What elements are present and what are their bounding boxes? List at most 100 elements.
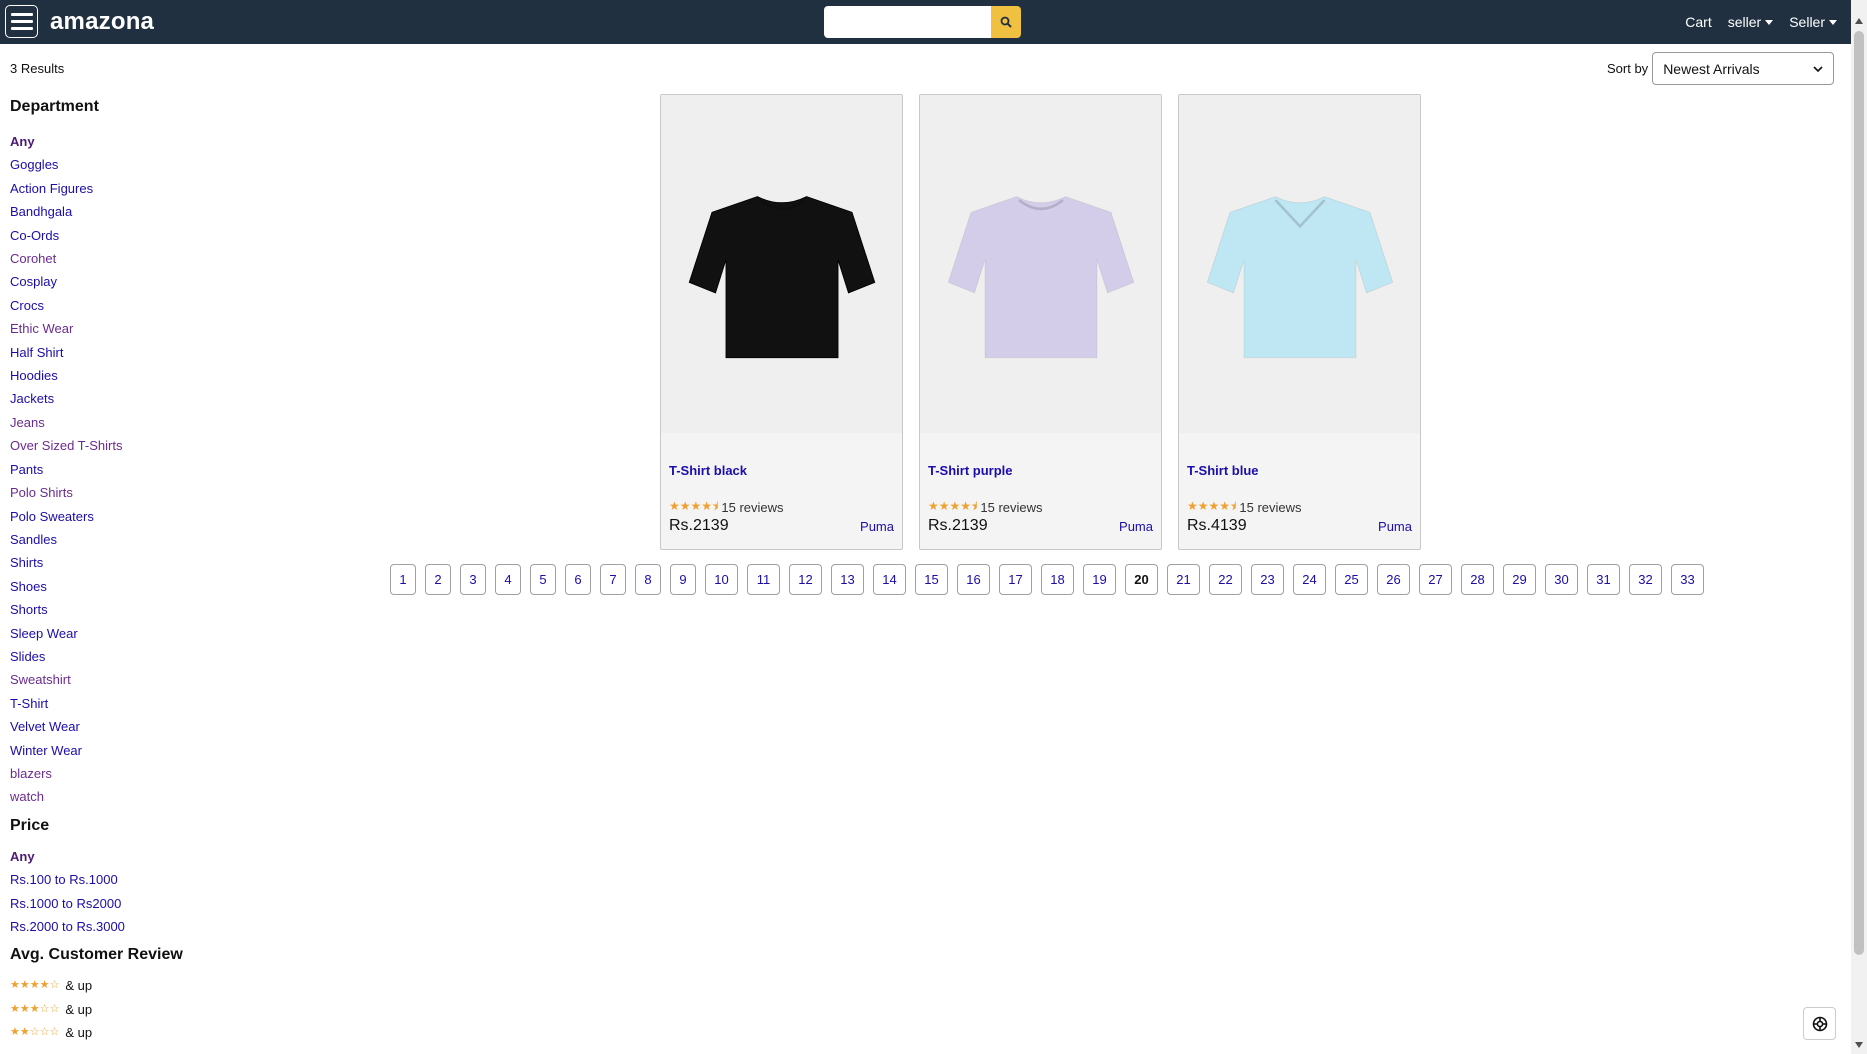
price-item[interactable]: Rs.1000 to Rs2000 [10,892,230,915]
department-item[interactable]: Sandles [10,528,230,551]
page-button[interactable]: 16 [957,564,990,595]
page-button[interactable]: 21 [1167,564,1200,595]
page-button[interactable]: 15 [915,564,948,595]
department-item[interactable]: watch [10,785,230,808]
product-rating: ★★★★⯨ 15 reviews [1187,497,1302,518]
scroll-thumb[interactable] [1854,31,1864,955]
page-button[interactable]: 23 [1251,564,1284,595]
product-name[interactable]: T-Shirt blue [1187,463,1259,478]
page-button[interactable]: 20 [1125,564,1158,595]
page-button[interactable]: 11 [747,564,780,595]
department-item[interactable]: Polo Sweaters [10,505,230,528]
department-item[interactable]: Cosplay [10,270,230,293]
price-item[interactable]: Any [10,845,230,868]
review-count: 15 reviews [721,500,784,515]
brand-logo[interactable]: amazona [50,8,154,36]
user-dropdown[interactable]: seller [1728,14,1774,30]
product-name[interactable]: T-Shirt purple [928,463,1013,478]
page-button[interactable]: 14 [873,564,906,595]
search-button[interactable] [991,6,1021,38]
department-item[interactable]: Ethic Wear [10,317,230,340]
department-item[interactable]: Any [10,130,230,153]
page-scrollbar[interactable] [1851,0,1867,1054]
page-button[interactable]: 31 [1587,564,1620,595]
page-button[interactable]: 5 [530,564,556,595]
product-card[interactable]: T-Shirt purple ★★★★⯨ 15 reviews Rs.2139 Puma [919,94,1162,550]
menu-button[interactable] [5,5,38,38]
page-button[interactable]: 27 [1419,564,1452,595]
page-button[interactable]: 30 [1545,564,1578,595]
product-image[interactable] [920,95,1161,433]
department-item[interactable]: Polo Shirts [10,481,230,504]
scroll-up-icon[interactable] [1855,18,1863,24]
review-filter-item[interactable]: ★★★★☆ & up [10,974,230,997]
sort-select[interactable]: Newest Arrivals [1652,52,1835,85]
menu-icon [10,13,33,16]
department-item[interactable]: Slides [10,645,230,668]
department-item[interactable]: Sleep Wear [10,622,230,645]
department-item[interactable]: Shorts [10,598,230,621]
page-button[interactable]: 3 [460,564,486,595]
department-item[interactable]: Action Figures [10,177,230,200]
product-brand-link[interactable]: Puma [1378,519,1412,534]
department-item[interactable]: Bandhgala [10,200,230,223]
scroll-down-icon[interactable] [1855,1042,1863,1048]
product-name[interactable]: T-Shirt black [669,463,747,478]
support-button[interactable] [1803,1007,1836,1040]
department-item[interactable]: Jeans [10,411,230,434]
department-item[interactable]: Winter Wear [10,739,230,762]
page-button[interactable]: 28 [1461,564,1494,595]
review-filter-item[interactable]: ★★★☆☆ & up [10,998,230,1021]
page-button[interactable]: 33 [1671,564,1704,595]
page-button[interactable]: 29 [1503,564,1536,595]
page-button[interactable]: 2 [425,564,451,595]
page-button[interactable]: 4 [495,564,521,595]
department-item[interactable]: Shoes [10,575,230,598]
price-list: Any Rs.100 to Rs.1000 Rs.1000 to Rs2000 Rs.… [10,845,230,939]
search-input[interactable] [824,6,991,38]
department-item[interactable]: Co-Ords [10,224,230,247]
product-image[interactable] [1179,95,1420,433]
review-filter-item[interactable]: ★★☆☆☆ & up [10,1021,230,1044]
page-button[interactable]: 10 [705,564,738,595]
page-button[interactable]: 24 [1293,564,1326,595]
department-item[interactable]: Over Sized T-Shirts [10,434,230,457]
product-card[interactable]: T-Shirt blue ★★★★⯨ 15 reviews Rs.4139 Puma [1178,94,1421,550]
department-item[interactable]: Half Shirt [10,341,230,364]
page-button[interactable]: 7 [600,564,626,595]
page-button[interactable]: 25 [1335,564,1368,595]
product-brand-link[interactable]: Puma [860,519,894,534]
department-item[interactable]: Hoodies [10,364,230,387]
page-button[interactable]: 32 [1629,564,1662,595]
department-item[interactable]: Goggles [10,153,230,176]
department-item[interactable]: Jackets [10,387,230,410]
product-brand-link[interactable]: Puma [1119,519,1153,534]
page-button[interactable]: 8 [635,564,661,595]
sort-control: Sort by Newest Arrivals [1607,52,1835,85]
department-item[interactable]: blazers [10,762,230,785]
page-button[interactable]: 22 [1209,564,1242,595]
cart-link[interactable]: Cart [1685,14,1711,30]
price-item[interactable]: Rs.100 to Rs.1000 [10,868,230,891]
page-button[interactable]: 19 [1083,564,1116,595]
department-item[interactable]: Shirts [10,551,230,574]
page-button[interactable]: 26 [1377,564,1410,595]
department-item[interactable]: Crocs [10,294,230,317]
seller-dropdown[interactable]: Seller [1789,14,1837,30]
department-item[interactable]: Pants [10,458,230,481]
department-item[interactable]: Velvet Wear [10,715,230,738]
page-button[interactable]: 18 [1041,564,1074,595]
product-rating: ★★★★⯨ 15 reviews [928,497,1043,518]
page-button[interactable]: 17 [999,564,1032,595]
page-button[interactable]: 12 [789,564,822,595]
page-button[interactable]: 9 [670,564,696,595]
product-card[interactable]: T-Shirt black ★★★★⯨ 15 reviews Rs.2139 Puma [660,94,903,550]
page-button[interactable]: 6 [565,564,591,595]
department-item[interactable]: Sweatshirt [10,668,230,691]
product-image[interactable] [661,95,902,433]
page-button[interactable]: 13 [831,564,864,595]
price-item[interactable]: Rs.2000 to Rs.3000 [10,915,230,938]
page-button[interactable]: 1 [390,564,416,595]
department-item[interactable]: T-Shirt [10,692,230,715]
department-item[interactable]: Corohet [10,247,230,270]
